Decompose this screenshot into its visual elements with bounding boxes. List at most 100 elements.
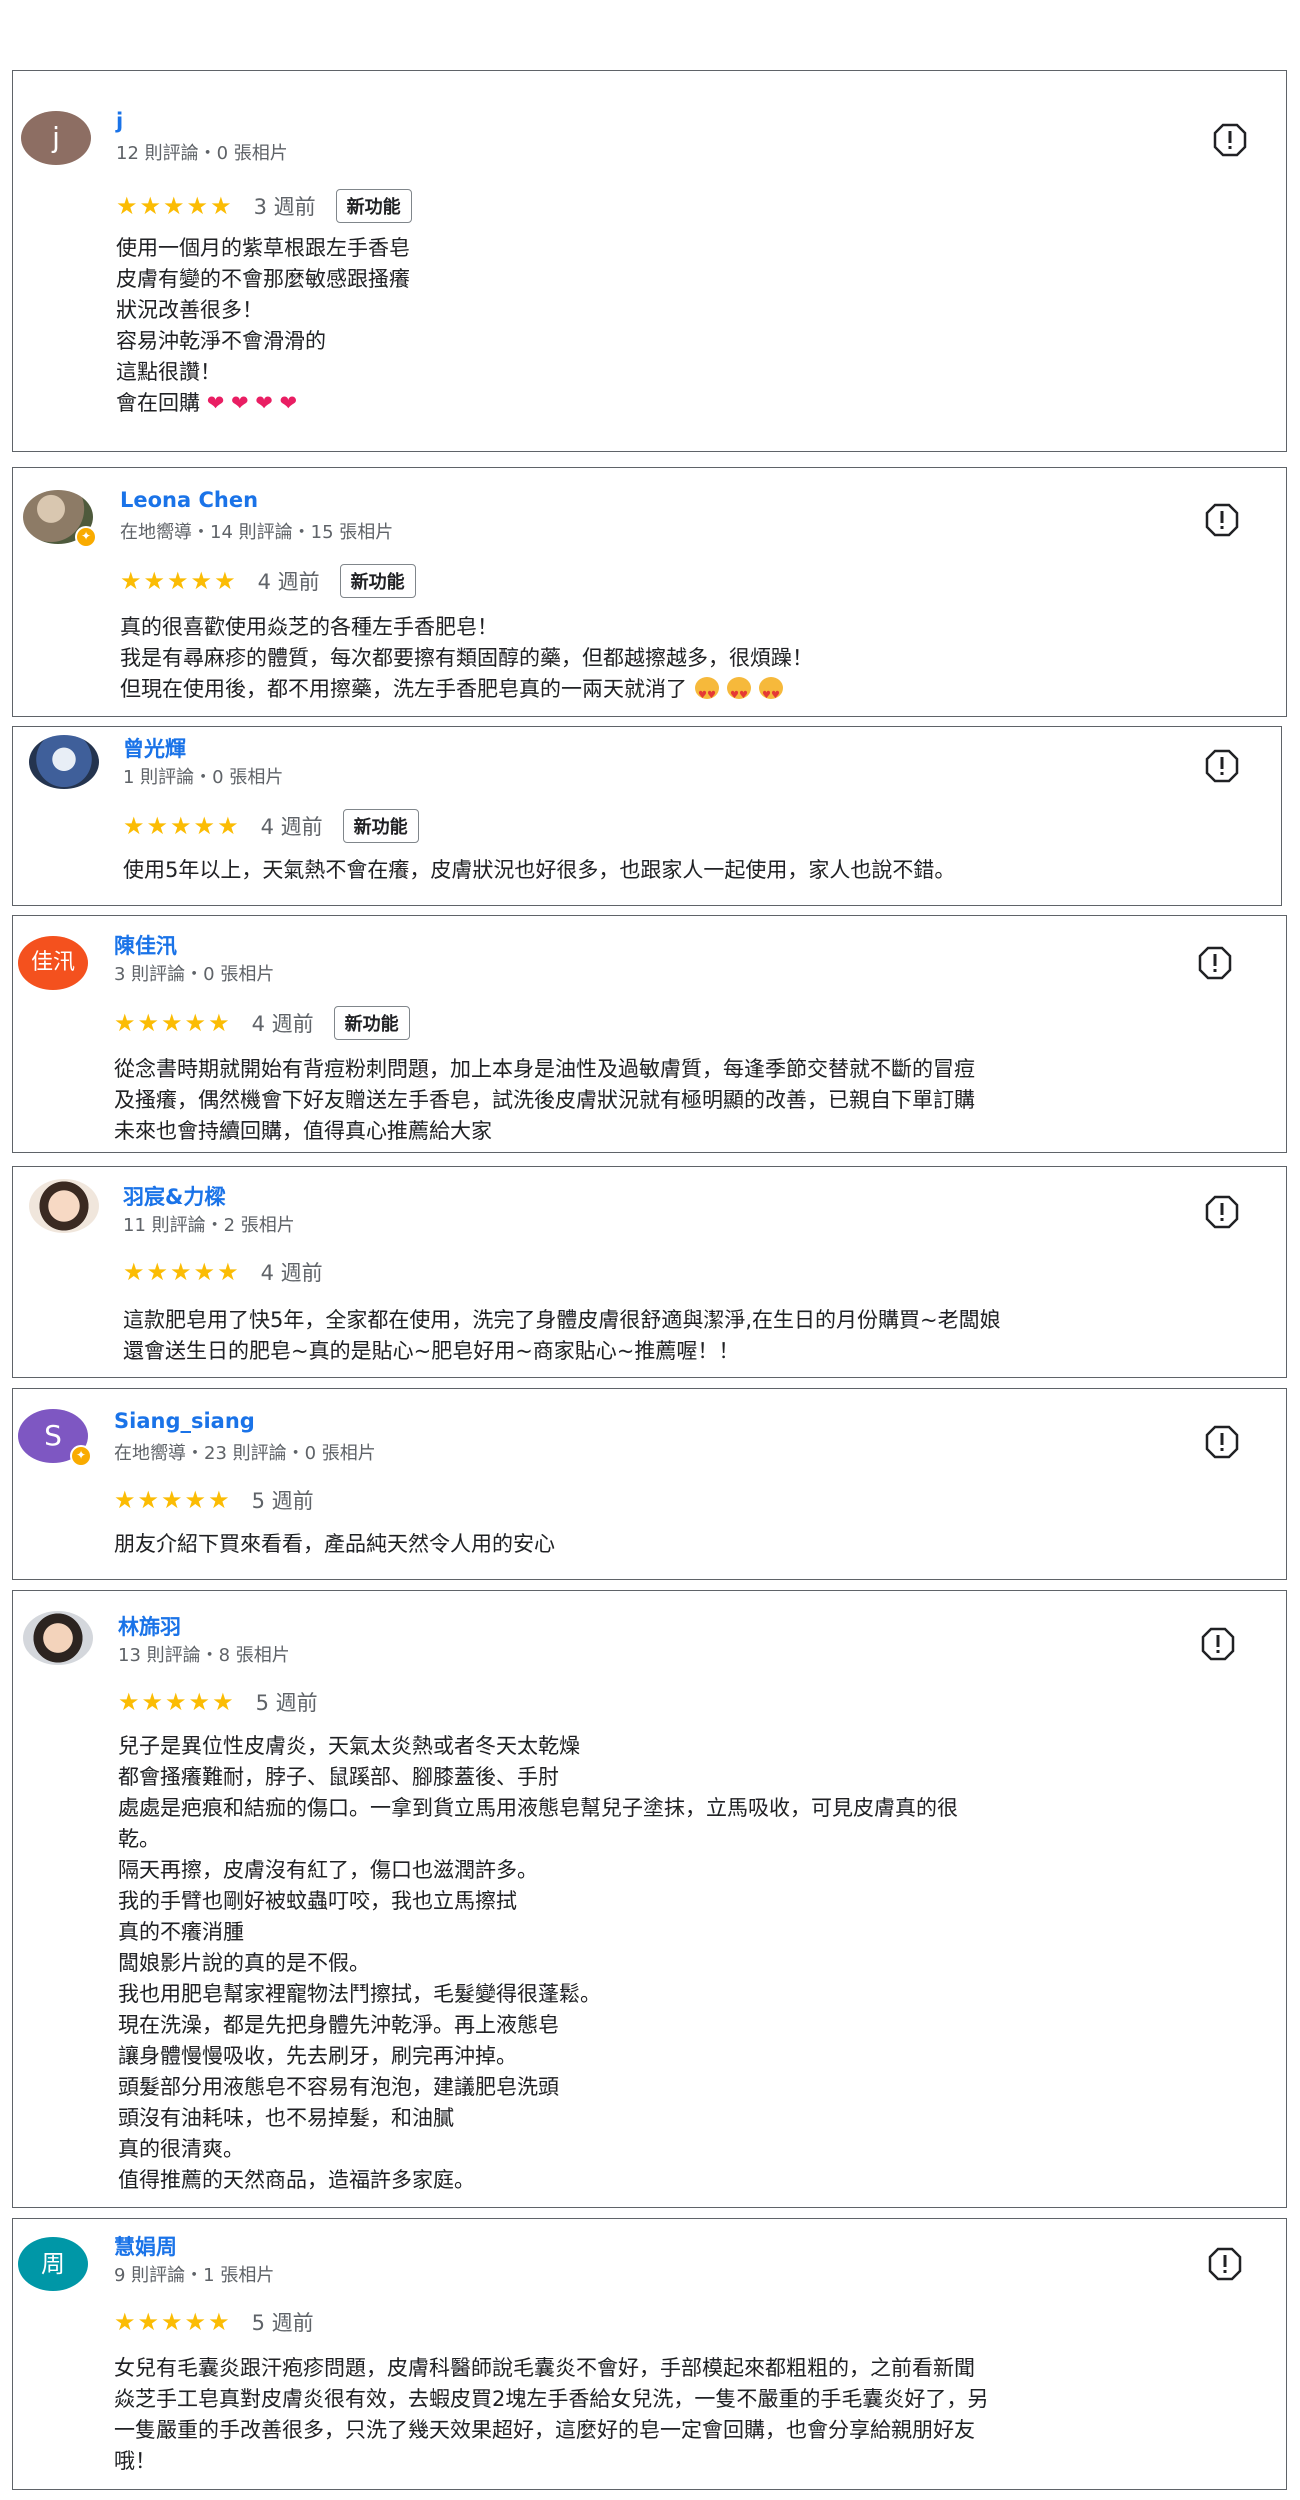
review-line: 及搔癢，偶然機會下好友贈送左手香皂，試洗後皮膚狀況就有極明顯的改善，已親自下單訂… (114, 1088, 975, 1112)
review-date: 3 週前 (253, 195, 316, 219)
review-card: 林旆羽 13 則評論・8 張相片 ★★★★★ 5 週前 兒子是異位性皮膚炎，天氣… (12, 1590, 1287, 2208)
new-feature-badge: 新功能 (333, 1006, 410, 1040)
review-date: 5 週前 (251, 1489, 314, 1513)
review-line: 使用5年以上，天氣熱不會在癢，皮膚狀況也好很多，也跟家人一起使用，家人也說不錯。 (123, 858, 956, 882)
rating-row: ★★★★★ 5 週前 (114, 2307, 314, 2337)
reviewer-meta: 1 則評論・0 張相片 (123, 767, 284, 788)
review-line: 未來也會持續回購，值得真心推薦給大家 (114, 1119, 492, 1143)
heart-emojis: ❤ ❤ ❤ ❤ (206, 391, 298, 415)
review-line: 我是有尋麻疹的體質，每次都要擦有類固醇的藥，但都越擦越多，很煩躁！ (120, 646, 813, 670)
review-line: 皮膚有變的不會那麼敏感跟搔癢 (116, 267, 410, 291)
review-line: 哦！ (114, 2449, 156, 2473)
heart-eyes-emoji-icon (695, 677, 719, 711)
avatar[interactable]: 周 (18, 2237, 88, 2291)
reviewer-meta: 9 則評論・1 張相片 (114, 2265, 275, 2286)
star-rating: ★★★★★ (114, 1009, 232, 1037)
review-line: 一隻嚴重的手改善很多，只洗了幾天效果超好，這麼好的皂一定會回購，也會分享給親朋好… (114, 2418, 975, 2442)
star-rating: ★★★★★ (118, 1688, 236, 1716)
review-line: 但現在使用後，都不用擦藥，洗左手香肥皂真的一兩天就消了 (120, 677, 687, 701)
review-text: 這款肥皂用了快5年，全家都在使用，洗完了身體皮膚很舒適與潔淨,在生日的月份購買~… (123, 1305, 1283, 1367)
reviewer-name[interactable]: 羽宸&力樑 (123, 1181, 225, 1211)
review-card: 曾光輝 1 則評論・0 張相片 ★★★★★ 4 週前 新功能 使用5年以上，天氣… (12, 726, 1282, 906)
review-card: S Siang_siang 在地嚮導・23 則評論・0 張相片 ★★★★★ 5 … (12, 1388, 1287, 1580)
reviewer-name[interactable]: 陳佳汛 (114, 930, 177, 960)
avatar[interactable] (29, 1179, 99, 1233)
review-text: 朋友介紹下買來看看，產品純天然令人用的安心 (114, 1529, 1274, 1560)
review-card: 周 慧娟周 9 則評論・1 張相片 ★★★★★ 5 週前 女兒有毛囊炎跟汗疱疹問… (12, 2218, 1287, 2490)
review-line: 頭沒有油耗味，也不易掉髮，和油膩 (118, 2106, 454, 2130)
review-text: 真的很喜歡使用焱芝的各種左手香肥皂！ 我是有尋麻疹的體質，每次都要擦有類固醇的藥… (120, 612, 1270, 711)
review-date: 4 週前 (251, 1012, 314, 1036)
star-rating: ★★★★★ (123, 1258, 241, 1286)
reviewer-meta: 在地嚮導・23 則評論・0 張相片 (114, 1443, 376, 1464)
review-line: 乾。 (118, 1827, 160, 1851)
new-feature-badge: 新功能 (339, 564, 416, 598)
review-line-last: 但現在使用後，都不用擦藥，洗左手香肥皂真的一兩天就消了 (120, 674, 1270, 711)
new-feature-badge: 新功能 (335, 189, 412, 223)
rating-row: ★★★★★ 5 週前 (118, 1687, 318, 1717)
reviewer-name[interactable]: 曾光輝 (123, 733, 186, 763)
review-line: 這款肥皂用了快5年，全家都在使用，洗完了身體皮膚很舒適與潔淨,在生日的月份購買~… (123, 1308, 1001, 1332)
review-line: 焱芝手工皂真對皮膚炎很有效，去蝦皮買2塊左手香給女兒洗，一隻不嚴重的手毛囊炎好了… (114, 2387, 989, 2411)
review-line: 都會搔癢難耐，脖子、鼠蹊部、腳膝蓋後、手肘 (118, 1765, 559, 1789)
report-icon[interactable] (1205, 1195, 1239, 1229)
review-line: 真的很喜歡使用焱芝的各種左手香肥皂！ (120, 615, 498, 639)
avatar[interactable] (29, 735, 99, 789)
avatar-letter: S (44, 1419, 62, 1452)
review-text: 使用5年以上，天氣熱不會在癢，皮膚狀況也好很多，也跟家人一起使用，家人也說不錯。 (123, 855, 1273, 886)
heart-eyes-emoji-icon (727, 677, 751, 711)
review-line: 讓身體慢慢吸收，先去刷牙，刷完再沖掉。 (118, 2044, 517, 2068)
review-line: 朋友介紹下買來看看，產品純天然令人用的安心 (114, 1532, 555, 1556)
local-guide-badge-icon (75, 526, 97, 548)
review-card: j j 12 則評論・0 張相片 ★★★★★ 3 週前 新功能 使用一個月的紫草… (12, 70, 1287, 452)
review-line: 狀況改善很多！ (116, 298, 263, 322)
review-date: 5 週前 (255, 1691, 318, 1715)
reviewer-name[interactable]: 林旆羽 (118, 1611, 181, 1641)
star-rating: ★★★★★ (114, 2308, 232, 2336)
reviewer-meta: 3 則評論・0 張相片 (114, 964, 275, 985)
review-line: 頭髮部分用液態皂不容易有泡泡，建議肥皂洗頭 (118, 2075, 559, 2099)
report-icon[interactable] (1205, 1425, 1239, 1459)
report-icon[interactable] (1208, 2247, 1242, 2281)
reviewer-meta: 在地嚮導・14 則評論・15 張相片 (120, 522, 394, 543)
star-rating: ★★★★★ (123, 812, 241, 840)
avatar[interactable] (23, 1611, 93, 1665)
star-rating: ★★★★★ (114, 1486, 232, 1514)
rating-row: ★★★★★ 4 週前 新功能 (114, 1006, 410, 1040)
rating-row: ★★★★★ 4 週前 (123, 1257, 323, 1287)
review-line: 我的手臂也剛好被蚊蟲叮咬，我也立馬擦拭 (118, 1889, 517, 1913)
reviewer-name[interactable]: 慧娟周 (114, 2231, 177, 2261)
rating-row: ★★★★★ 4 週前 新功能 (120, 564, 416, 598)
avatar[interactable]: 佳汛 (18, 936, 88, 990)
reviewer-name[interactable]: Siang_siang (114, 1409, 255, 1433)
review-line: 兒子是異位性皮膚炎，天氣太炎熱或者冬天太乾燥 (118, 1734, 580, 1758)
review-line: 現在洗澡，都是先把身體先沖乾淨。再上液態皂 (118, 2013, 559, 2037)
review-line: 處處是疤痕和結痂的傷口。一拿到貨立馬用液態皂幫兒子塗抹，立馬吸收，可見皮膚真的很 (118, 1796, 958, 1820)
review-date: 4 週前 (257, 570, 320, 594)
review-line: 闆娘影片說的真的是不假。 (118, 1951, 370, 1975)
avatar[interactable]: S (18, 1409, 92, 1467)
reviewer-meta: 12 則評論・0 張相片 (116, 143, 288, 164)
reviewer-meta: 13 則評論・8 張相片 (118, 1645, 290, 1666)
avatar-letter: 周 (41, 2250, 65, 2278)
rating-row: ★★★★★ 5 週前 (114, 1485, 314, 1515)
rating-row: ★★★★★ 3 週前 新功能 (116, 189, 412, 223)
avatar[interactable]: j (21, 111, 91, 165)
report-icon[interactable] (1198, 946, 1232, 980)
review-line: 女兒有毛囊炎跟汗疱疹問題，皮膚科醫師說毛囊炎不會好，手部模起來都粗粗的，之前看新… (114, 2356, 975, 2380)
review-line: 從念書時期就開始有背痘粉刺問題，加上本身是油性及過敏膚質，每逢季節交替就不斷的冒… (114, 1057, 975, 1081)
review-text: 從念書時期就開始有背痘粉刺問題，加上本身是油性及過敏膚質，每逢季節交替就不斷的冒… (114, 1054, 1279, 1147)
new-feature-badge: 新功能 (342, 809, 419, 843)
report-icon[interactable] (1201, 1627, 1235, 1661)
reviewer-name[interactable]: j (116, 109, 123, 133)
reviewer-name[interactable]: Leona Chen (120, 488, 258, 512)
review-line: 真的很清爽。 (118, 2137, 244, 2161)
review-line: 這點很讚！ (116, 360, 221, 384)
report-icon[interactable] (1213, 123, 1247, 157)
avatar[interactable] (23, 490, 97, 548)
local-guide-badge-icon (70, 1445, 92, 1467)
report-icon[interactable] (1205, 503, 1239, 537)
review-text: 使用一個月的紫草根跟左手香皂 皮膚有變的不會那麼敏感跟搔癢 狀況改善很多！ 容易… (116, 233, 1166, 419)
report-icon[interactable] (1205, 749, 1239, 783)
rating-row: ★★★★★ 4 週前 新功能 (123, 809, 419, 843)
